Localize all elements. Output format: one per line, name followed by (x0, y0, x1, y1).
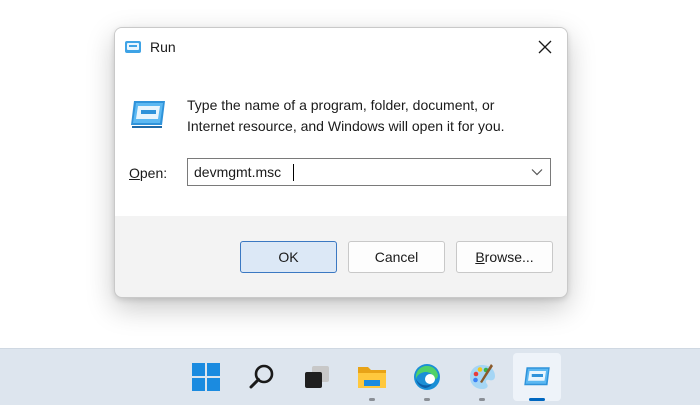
open-dropdown-button[interactable] (524, 159, 550, 185)
taskbar (0, 348, 700, 405)
file-explorer-button[interactable] (348, 353, 396, 401)
title-bar[interactable]: Run (115, 28, 567, 66)
text-caret (293, 164, 294, 181)
edge-button[interactable] (403, 353, 451, 401)
start-button[interactable] (182, 353, 230, 401)
ok-button[interactable]: OK (240, 241, 337, 273)
task-view-icon (305, 366, 329, 388)
edge-icon (414, 364, 440, 390)
paint-palette-icon (470, 364, 495, 389)
desktop: Run Type the name of a program, folder, … (0, 0, 700, 405)
run-icon (524, 367, 550, 386)
folder-icon (358, 367, 386, 388)
running-indicator (529, 398, 545, 401)
paint-button[interactable] (458, 353, 506, 401)
browse-button[interactable]: Browse... (456, 241, 553, 273)
dialog-description: Type the name of a program, folder, docu… (187, 95, 547, 137)
run-icon (131, 101, 165, 128)
run-dialog: Run Type the name of a program, folder, … (114, 27, 568, 298)
run-button[interactable] (513, 353, 561, 401)
running-indicator (369, 398, 375, 401)
task-view-button[interactable] (293, 353, 341, 401)
run-icon (125, 41, 141, 53)
windows-logo-icon (192, 363, 220, 391)
window-title: Run (150, 39, 176, 55)
browse-accelerator: B (475, 249, 485, 265)
dialog-content: Type the name of a program, folder, docu… (115, 66, 567, 216)
running-indicator (479, 398, 485, 401)
close-button[interactable] (523, 28, 567, 66)
open-label-text: pen: (139, 165, 168, 181)
browse-label: rowse... (484, 249, 534, 265)
description-line-1: Type the name of a program, folder, docu… (187, 97, 495, 113)
cancel-button[interactable]: Cancel (348, 241, 445, 273)
close-icon (538, 40, 552, 54)
open-combobox[interactable] (187, 158, 551, 186)
open-label: Open: (129, 165, 167, 181)
search-icon (249, 364, 274, 389)
search-button[interactable] (238, 353, 286, 401)
chevron-down-icon (531, 169, 543, 176)
open-input[interactable] (188, 159, 522, 185)
open-label-accelerator: O (129, 165, 140, 181)
description-line-2: Internet resource, and Windows will open… (187, 118, 505, 134)
running-indicator (424, 398, 430, 401)
